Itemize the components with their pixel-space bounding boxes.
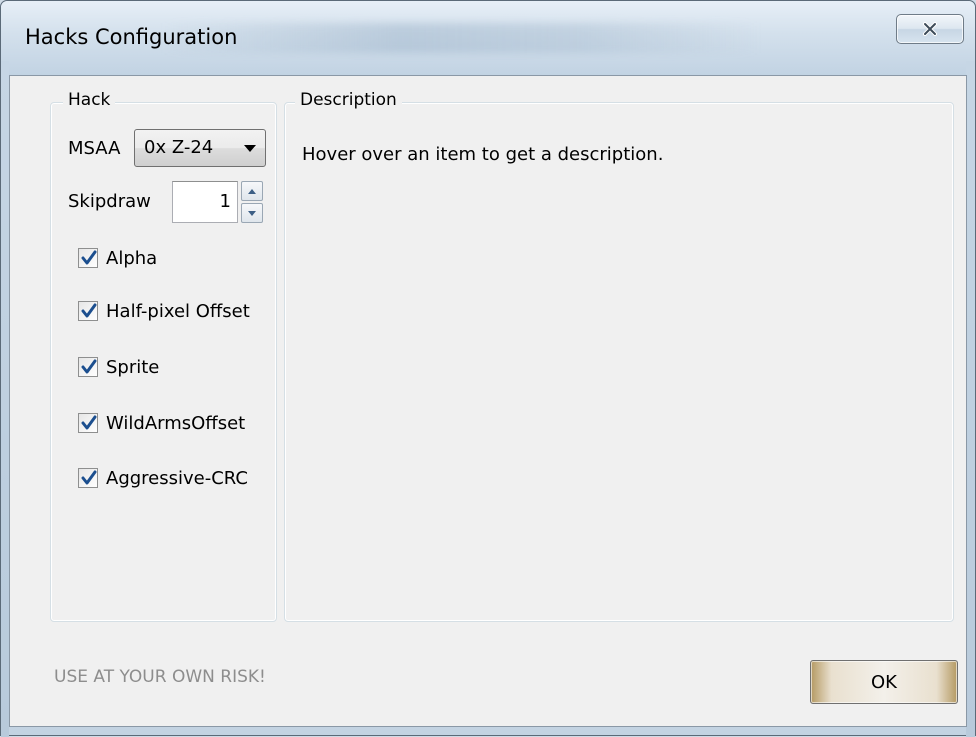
alpha-checkbox[interactable] (78, 248, 98, 268)
checkmark-icon (81, 359, 97, 374)
close-icon (923, 22, 937, 36)
sprite-checkbox[interactable] (78, 357, 98, 377)
ok-button[interactable]: OK (810, 660, 958, 704)
risk-warning: USE AT YOUR OWN RISK! (54, 667, 266, 687)
checkmark-icon (81, 470, 97, 485)
aggressive-crc-checkbox-row[interactable]: Aggressive-CRC (78, 466, 248, 490)
wild-arms-offset-checkbox-row[interactable]: WildArmsOffset (78, 411, 245, 435)
checkmark-icon (81, 415, 97, 430)
dialog-client-area: Hack Description MSAA 0x Z-24 Skipdraw 1 (9, 75, 967, 727)
wild-arms-offset-checkbox[interactable] (78, 413, 98, 433)
msaa-label: MSAA (68, 138, 121, 159)
window-title: Hacks Configuration (25, 25, 238, 49)
half-pixel-offset-checkbox[interactable] (78, 301, 98, 321)
title-bar[interactable]: Hacks Configuration (1, 1, 975, 75)
chevron-down-icon (244, 145, 256, 152)
window-frame-left (1, 61, 9, 737)
alpha-label: Alpha (106, 247, 158, 269)
skipdraw-decrement-button[interactable] (241, 203, 263, 223)
window-frame-right (966, 61, 975, 737)
aggressive-crc-label: Aggressive-CRC (106, 467, 248, 489)
msaa-selected-value: 0x Z-24 (144, 137, 214, 158)
alpha-checkbox-row[interactable]: Alpha (78, 246, 157, 270)
sprite-label: Sprite (106, 356, 160, 378)
checkmark-icon (81, 250, 97, 265)
description-group-legend: Description (295, 90, 402, 110)
close-button[interactable] (896, 14, 964, 44)
wild-arms-offset-label: WildArmsOffset (106, 412, 246, 434)
skipdraw-label: Skipdraw (68, 191, 151, 212)
skipdraw-input[interactable]: 1 (172, 181, 238, 223)
hacks-configuration-window: Hacks Configuration Hack Description MSA… (0, 0, 976, 737)
checkmark-icon (81, 303, 97, 318)
description-text: Hover over an item to get a description. (302, 144, 664, 165)
msaa-select[interactable]: 0x Z-24 (134, 129, 266, 167)
arrow-down-icon (248, 210, 256, 216)
half-pixel-offset-label: Half-pixel Offset (106, 300, 250, 322)
skipdraw-spinner (241, 181, 263, 223)
title-bar-glass (161, 23, 761, 53)
skipdraw-value: 1 (219, 191, 231, 212)
aggressive-crc-checkbox[interactable] (78, 468, 98, 488)
hack-group-legend: Hack (63, 90, 116, 110)
skipdraw-increment-button[interactable] (241, 181, 263, 201)
sprite-checkbox-row[interactable]: Sprite (78, 355, 159, 379)
description-groupbox: Description (284, 90, 954, 622)
arrow-up-icon (248, 188, 256, 194)
half-pixel-offset-checkbox-row[interactable]: Half-pixel Offset (78, 299, 250, 323)
